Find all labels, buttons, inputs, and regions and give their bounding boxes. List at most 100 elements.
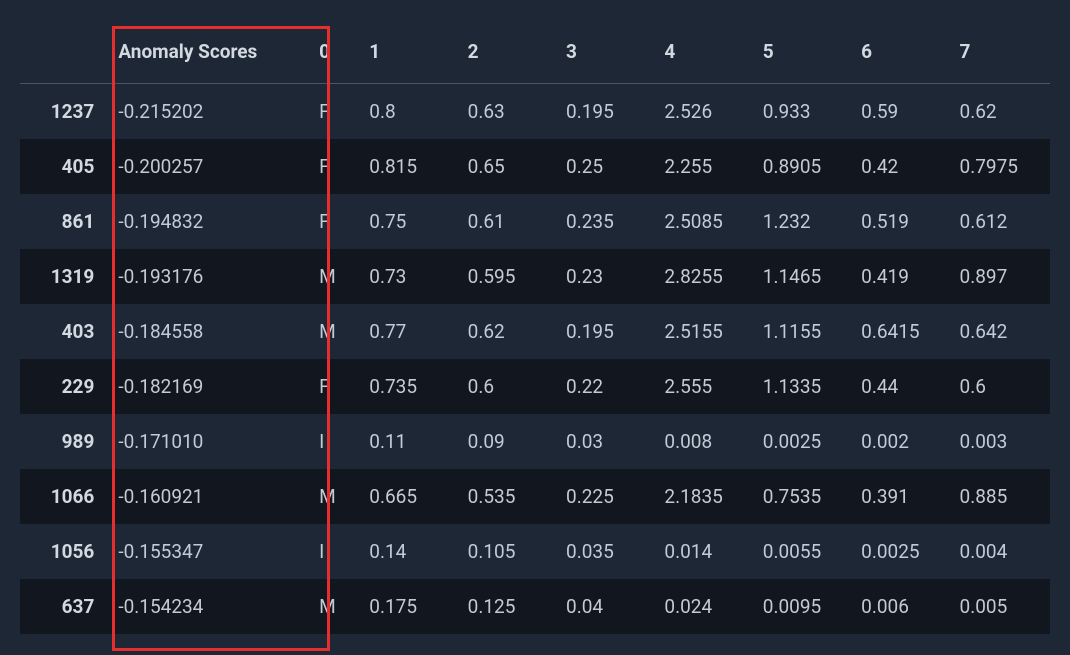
data-table-container: Anomaly Scores 0 1 2 3 4 5 6 7 1237 -0.2…	[20, 20, 1050, 634]
cell-c2: 0.63	[460, 84, 558, 140]
cell-index: 403	[20, 304, 110, 359]
cell-c6: 0.006	[853, 579, 951, 634]
cell-c1: 0.75	[361, 194, 459, 249]
cell-c3: 0.03	[558, 414, 656, 469]
cell-c6: 0.6415	[853, 304, 951, 359]
cell-anomaly: -0.194832	[110, 194, 311, 249]
cell-anomaly: -0.182169	[110, 359, 311, 414]
table-row: 1066 -0.160921 M 0.665 0.535 0.225 2.183…	[20, 469, 1050, 524]
cell-c5: 0.7535	[755, 469, 853, 524]
cell-c2: 0.535	[460, 469, 558, 524]
cell-c6: 0.519	[853, 194, 951, 249]
cell-c7: 0.612	[952, 194, 1050, 249]
cell-c7: 0.885	[952, 469, 1050, 524]
table-row: 229 -0.182169 F 0.735 0.6 0.22 2.555 1.1…	[20, 359, 1050, 414]
table-row: 861 -0.194832 F 0.75 0.61 0.235 2.5085 1…	[20, 194, 1050, 249]
cell-c1: 0.735	[361, 359, 459, 414]
col-header-2: 2	[460, 20, 558, 84]
col-header-7: 7	[952, 20, 1050, 84]
cell-c0: I	[311, 414, 361, 469]
cell-c3: 0.235	[558, 194, 656, 249]
col-header-1: 1	[361, 20, 459, 84]
col-header-6: 6	[853, 20, 951, 84]
cell-c4: 0.024	[656, 579, 754, 634]
cell-c5: 0.0025	[755, 414, 853, 469]
cell-c7: 0.005	[952, 579, 1050, 634]
table-row: 403 -0.184558 M 0.77 0.62 0.195 2.5155 1…	[20, 304, 1050, 359]
cell-anomaly: -0.193176	[110, 249, 311, 304]
cell-c6: 0.44	[853, 359, 951, 414]
cell-c0: F	[311, 359, 361, 414]
cell-index: 861	[20, 194, 110, 249]
cell-index: 1237	[20, 84, 110, 140]
cell-c7: 0.003	[952, 414, 1050, 469]
cell-c7: 0.6	[952, 359, 1050, 414]
cell-c1: 0.815	[361, 139, 459, 194]
cell-c0: M	[311, 469, 361, 524]
cell-c4: 2.255	[656, 139, 754, 194]
cell-anomaly: -0.184558	[110, 304, 311, 359]
cell-c0: M	[311, 579, 361, 634]
cell-anomaly: -0.160921	[110, 469, 311, 524]
cell-index: 1066	[20, 469, 110, 524]
cell-c0: F	[311, 84, 361, 140]
cell-c2: 0.09	[460, 414, 558, 469]
col-header-index	[20, 20, 110, 84]
cell-anomaly: -0.171010	[110, 414, 311, 469]
cell-c6: 0.002	[853, 414, 951, 469]
cell-c2: 0.62	[460, 304, 558, 359]
cell-index: 989	[20, 414, 110, 469]
cell-c7: 0.7975	[952, 139, 1050, 194]
cell-c0: M	[311, 304, 361, 359]
table-row: 637 -0.154234 M 0.175 0.125 0.04 0.024 0…	[20, 579, 1050, 634]
cell-c3: 0.195	[558, 84, 656, 140]
table-row: 1237 -0.215202 F 0.8 0.63 0.195 2.526 0.…	[20, 84, 1050, 140]
table-row: 1319 -0.193176 M 0.73 0.595 0.23 2.8255 …	[20, 249, 1050, 304]
cell-c5: 1.232	[755, 194, 853, 249]
cell-c0: F	[311, 139, 361, 194]
col-header-0: 0	[311, 20, 361, 84]
cell-index: 229	[20, 359, 110, 414]
cell-anomaly: -0.154234	[110, 579, 311, 634]
cell-c7: 0.897	[952, 249, 1050, 304]
cell-c4: 2.1835	[656, 469, 754, 524]
table-row: 405 -0.200257 F 0.815 0.65 0.25 2.255 0.…	[20, 139, 1050, 194]
cell-c6: 0.0025	[853, 524, 951, 579]
table-row: 1056 -0.155347 I 0.14 0.105 0.035 0.014 …	[20, 524, 1050, 579]
cell-c6: 0.42	[853, 139, 951, 194]
cell-c0: I	[311, 524, 361, 579]
cell-c5: 1.1465	[755, 249, 853, 304]
table-header-row: Anomaly Scores 0 1 2 3 4 5 6 7	[20, 20, 1050, 84]
cell-c1: 0.8	[361, 84, 459, 140]
col-header-anomaly: Anomaly Scores	[110, 20, 311, 84]
cell-c1: 0.73	[361, 249, 459, 304]
cell-c1: 0.11	[361, 414, 459, 469]
col-header-5: 5	[755, 20, 853, 84]
cell-anomaly: -0.215202	[110, 84, 311, 140]
cell-c2: 0.595	[460, 249, 558, 304]
cell-c5: 0.933	[755, 84, 853, 140]
col-header-4: 4	[656, 20, 754, 84]
cell-c4: 2.8255	[656, 249, 754, 304]
cell-c5: 1.1155	[755, 304, 853, 359]
cell-c1: 0.77	[361, 304, 459, 359]
cell-c4: 0.014	[656, 524, 754, 579]
cell-c5: 0.8905	[755, 139, 853, 194]
cell-c7: 0.642	[952, 304, 1050, 359]
table-row: 989 -0.171010 I 0.11 0.09 0.03 0.008 0.0…	[20, 414, 1050, 469]
cell-c5: 0.0055	[755, 524, 853, 579]
cell-c2: 0.125	[460, 579, 558, 634]
cell-c3: 0.225	[558, 469, 656, 524]
cell-c3: 0.25	[558, 139, 656, 194]
col-header-3: 3	[558, 20, 656, 84]
cell-c4: 2.555	[656, 359, 754, 414]
cell-c1: 0.175	[361, 579, 459, 634]
cell-c6: 0.59	[853, 84, 951, 140]
cell-c2: 0.65	[460, 139, 558, 194]
cell-c6: 0.419	[853, 249, 951, 304]
cell-c0: F	[311, 194, 361, 249]
cell-anomaly: -0.155347	[110, 524, 311, 579]
cell-c3: 0.23	[558, 249, 656, 304]
cell-c5: 0.0095	[755, 579, 853, 634]
cell-c3: 0.035	[558, 524, 656, 579]
